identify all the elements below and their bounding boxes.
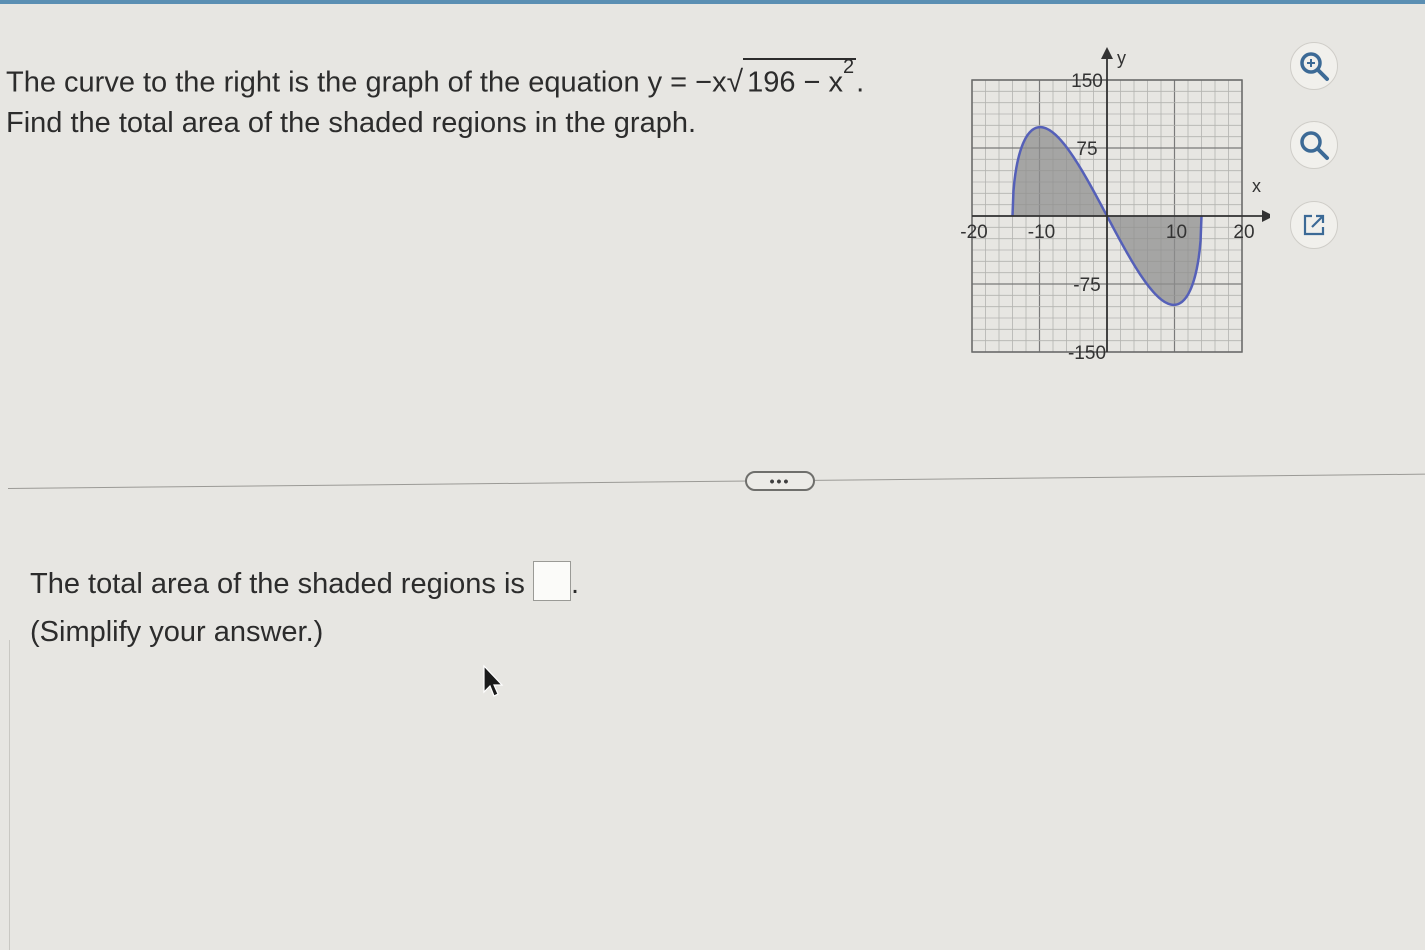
x-tick-label: 20 xyxy=(1233,222,1254,243)
equation: y = −x√ 196 − x2. xyxy=(647,56,865,103)
section-divider xyxy=(7,473,1425,489)
question-text: The curve to the right is the graph of t… xyxy=(6,56,865,143)
equation-period: . xyxy=(856,66,865,99)
answer-line: The total area of the shaded regions is. xyxy=(30,560,579,608)
answer-period: . xyxy=(570,568,579,600)
zoom-out-button[interactable] xyxy=(1290,121,1338,169)
answer-input[interactable] xyxy=(532,561,571,602)
x-tick-label: 10 xyxy=(1166,222,1187,243)
y-tick-label: -150 xyxy=(1068,343,1106,364)
zoom-in-button[interactable] xyxy=(1290,42,1338,90)
equation-lhs: y = −x xyxy=(647,66,727,99)
x-tick-label: -10 xyxy=(1028,222,1055,243)
y-axis-label: y xyxy=(1117,48,1126,68)
y-tick-label: 75 xyxy=(1076,139,1097,160)
show-more-button[interactable]: ••• xyxy=(745,471,815,491)
left-edge-line xyxy=(9,640,10,950)
question-intro: The curve to the right is the graph of t… xyxy=(6,66,648,99)
answer-section: The total area of the shaded regions is.… xyxy=(30,560,579,656)
mouse-cursor-icon xyxy=(483,664,504,697)
radicand-exponent: 2 xyxy=(843,56,855,78)
zoom-in-icon xyxy=(1300,52,1329,81)
popout-button[interactable] xyxy=(1290,201,1338,249)
answer-hint: (Simplify your answer.) xyxy=(30,616,324,648)
sqrt-symbol: √ xyxy=(726,65,744,99)
radicand-text: 196 − x xyxy=(747,66,844,99)
zoom-out-icon xyxy=(1300,131,1329,160)
equation-radicand: 196 − x2 xyxy=(743,56,857,99)
question-line-1: The curve to the right is the graph of t… xyxy=(6,56,865,103)
function-graph[interactable]: -20 -10 10 20 150 75 -75 -150 x y xyxy=(950,40,1270,375)
question-line-2: Find the total area of the shaded region… xyxy=(6,106,697,139)
x-tick-label: -20 xyxy=(960,222,987,243)
y-axis-arrow-icon xyxy=(1101,47,1113,59)
external-link-icon xyxy=(1303,214,1325,236)
top-accent-bar xyxy=(0,0,1425,4)
x-axis-label: x xyxy=(1252,176,1261,196)
x-axis-arrow-icon xyxy=(1262,210,1270,222)
y-tick-label: -75 xyxy=(1073,275,1100,296)
answer-prompt: The total area of the shaded regions is xyxy=(30,568,525,600)
y-tick-label: 150 xyxy=(1071,71,1103,92)
